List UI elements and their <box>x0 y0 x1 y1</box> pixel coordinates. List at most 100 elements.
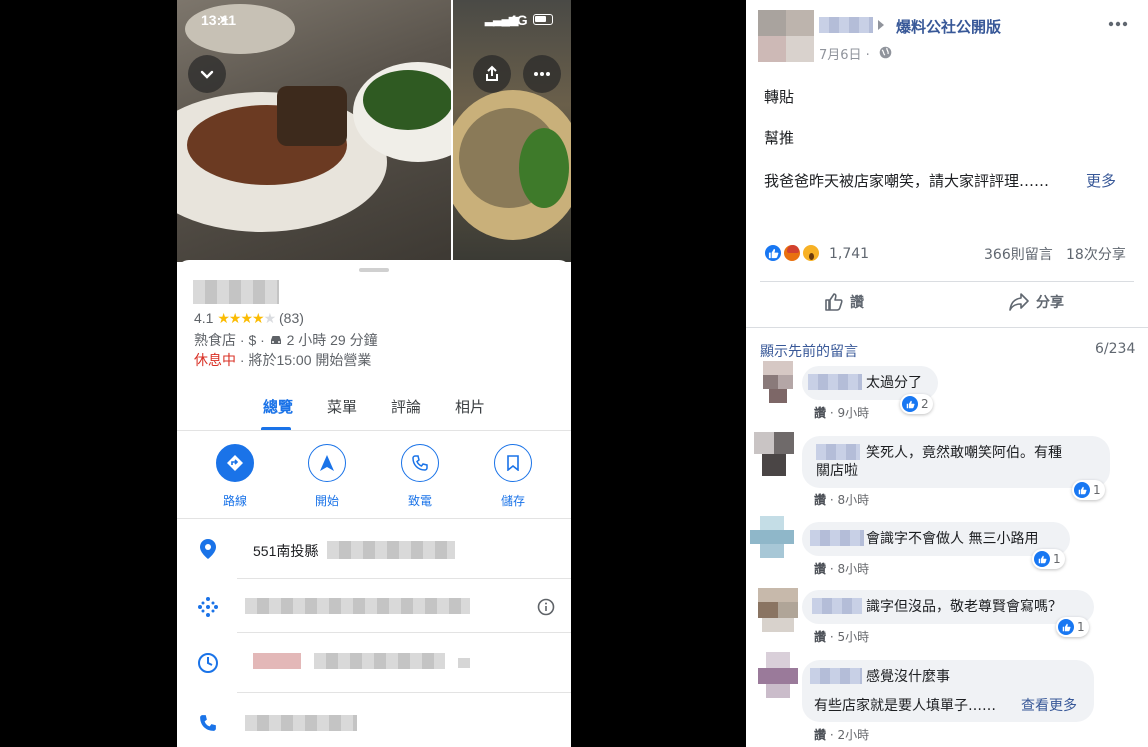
navigation-arrow-icon <box>320 455 334 471</box>
screenshot-stage: 13:11 ➤ ▂▃▄▅ 4G 4.1 ★★★★★ (83) 熟食店 · $ · <box>0 0 1148 747</box>
expand-blurred <box>458 658 470 668</box>
comment-like-link[interactable]: 讚 <box>814 728 826 742</box>
commenter-name-blurred[interactable] <box>810 530 864 546</box>
commenter-name-blurred[interactable] <box>808 374 862 390</box>
comment-text: 笑死人，竟然敢嘲笑阿伯。有種 <box>866 445 1062 461</box>
thumbs-up-icon <box>825 293 843 311</box>
comment-meta: 讚 · 8小時 <box>814 562 870 576</box>
comment-like-count[interactable]: 1 <box>1072 480 1105 500</box>
commenter-avatar[interactable] <box>758 588 798 632</box>
post-line-3: 我爸爸昨天被店家嘲笑，請大家評評理…… <box>764 172 1050 190</box>
like-button[interactable]: 讚 <box>824 292 864 312</box>
commenter-avatar[interactable] <box>758 652 798 698</box>
reaction-icons[interactable] <box>763 243 825 265</box>
more-options-icon[interactable] <box>1108 21 1128 27</box>
place-details-sheet: 4.1 ★★★★★ (83) 熟食店 · $ · 2 小時 29 分鐘 休息中 … <box>177 260 571 747</box>
comment-position: 6/234 <box>1095 341 1136 357</box>
share-button[interactable] <box>473 55 511 93</box>
comment-like-count[interactable]: 1 <box>1056 617 1089 637</box>
poster-avatar[interactable] <box>758 10 814 62</box>
commenter-avatar[interactable] <box>750 516 794 558</box>
hours-status-blurred <box>253 653 301 669</box>
comment-meta: 讚 · 9小時 <box>814 406 870 420</box>
chevron-down-icon <box>200 70 214 79</box>
commenter-name-blurred[interactable] <box>812 598 862 614</box>
like-badge-icon <box>902 396 918 412</box>
comment-like-link[interactable]: 讚 <box>814 406 826 420</box>
comment-like-link[interactable]: 讚 <box>814 630 826 644</box>
share-icon <box>486 65 498 81</box>
hours-row: 休息中 · 將於15:00 開始營業 <box>194 350 371 370</box>
save-button[interactable]: 儲存 <box>483 444 543 509</box>
tab-menu[interactable]: 菜單 <box>327 396 357 417</box>
call-button[interactable]: 致電 <box>390 444 450 509</box>
post-line-1: 轉貼 <box>764 88 795 106</box>
save-label: 儲存 <box>500 494 525 508</box>
car-icon <box>270 336 281 344</box>
tab-reviews[interactable]: 評論 <box>391 396 421 417</box>
place-name-blurred <box>193 280 279 304</box>
drive-time: 2 小時 29 分鐘 <box>286 332 378 348</box>
location-pin-icon <box>197 538 219 560</box>
phone-screenshot: 13:11 ➤ ▂▃▄▅ 4G 4.1 ★★★★★ (83) 熟食店 · $ · <box>177 0 571 747</box>
location-arrow-icon: ➤ <box>219 14 229 26</box>
post-date[interactable]: 7月6日 · <box>819 44 870 63</box>
comment-count[interactable]: 366則留言 <box>984 244 1053 264</box>
like-badge-icon <box>1058 619 1074 635</box>
see-more-link[interactable]: 更多 <box>1086 170 1116 191</box>
comment-text: 感覺沒什麼事 <box>866 669 950 685</box>
view-previous-comments-link[interactable]: 顯示先前的留言 <box>760 341 858 361</box>
tab-divider <box>177 430 571 431</box>
directions-icon <box>227 455 243 471</box>
share-post-button[interactable]: 分享 <box>1008 292 1064 312</box>
comment-like-count[interactable]: 2 <box>900 394 933 414</box>
comment-text: 識字但沒品，敬老尊賢會寫嗎？ <box>866 599 1062 615</box>
like-reaction-icon <box>763 243 783 263</box>
poster-name-blurred[interactable] <box>819 17 873 33</box>
reaction-count[interactable]: 1,741 <box>829 246 869 262</box>
commenter-avatar[interactable] <box>763 361 793 403</box>
plus-code-blurred <box>245 598 470 614</box>
details-row: 熟食店 · $ · 2 小時 29 分鐘 <box>194 330 378 350</box>
comment-text-continued: 關店啦 <box>816 463 858 479</box>
hours-blurred <box>314 653 445 669</box>
plus-code-icon <box>197 596 219 618</box>
caret-right-icon <box>878 20 884 30</box>
comment-time[interactable]: 9小時 <box>837 406 869 420</box>
comment-like-count[interactable]: 1 <box>1032 549 1065 569</box>
comment-time[interactable]: 2小時 <box>837 728 869 742</box>
commenter-avatar[interactable] <box>754 432 794 476</box>
action-divider-top <box>760 281 1134 282</box>
start-label: 開始 <box>314 494 339 508</box>
drag-handle[interactable] <box>359 268 389 272</box>
start-navigation-button[interactable]: 開始 <box>297 444 357 509</box>
info-icon[interactable] <box>535 596 557 618</box>
tab-overview[interactable]: 總覽 <box>263 396 293 417</box>
battery-icon <box>533 14 553 25</box>
commenter-name-blurred[interactable] <box>810 668 862 684</box>
share-count[interactable]: 18次分享 <box>1066 244 1126 264</box>
comment-time[interactable]: 8小時 <box>837 562 869 576</box>
comment-see-more-link[interactable]: 查看更多 <box>1021 696 1077 716</box>
comment-time[interactable]: 8小時 <box>837 493 869 507</box>
opening-hours: · 將於15:00 開始營業 <box>236 352 372 368</box>
collapse-button[interactable] <box>188 55 226 93</box>
category-price: 熟食店 · $ · <box>194 332 265 348</box>
clock-icon <box>197 652 219 674</box>
comment-like-link[interactable]: 讚 <box>814 493 826 507</box>
directions-button[interactable]: 路線 <box>205 444 265 509</box>
commenter-name-blurred[interactable] <box>816 444 860 460</box>
tab-photos[interactable]: 相片 <box>455 396 485 417</box>
plus-code-divider <box>237 632 571 633</box>
address-divider <box>237 578 571 579</box>
share-button-label: 分享 <box>1036 295 1064 311</box>
comment-time[interactable]: 5小時 <box>837 630 869 644</box>
more-dots-icon <box>534 72 550 76</box>
address-text[interactable]: 551南投縣 <box>253 541 318 561</box>
food-photo-right <box>453 0 571 262</box>
group-name-link[interactable]: 爆料公社公開版 <box>896 16 1001 37</box>
bookmark-icon <box>507 455 519 471</box>
more-options-button[interactable] <box>523 55 561 93</box>
comment-like-link[interactable]: 讚 <box>814 562 826 576</box>
call-label: 致電 <box>407 494 432 508</box>
